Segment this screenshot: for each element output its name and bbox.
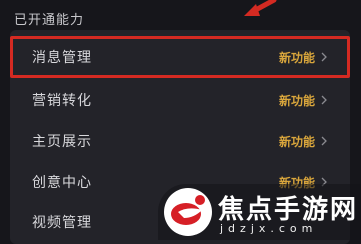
new-feature-badge: 新功能 [278,134,315,149]
feature-label: 消息管理 [32,50,92,66]
new-feature-badge: 新功能 [278,50,315,65]
feature-label: 主页展示 [32,134,92,150]
new-feature-badge: 新功能 [278,93,315,108]
feature-row-message-management[interactable]: 消息管理 新功能 [10,36,350,78]
feature-row-homepage-display[interactable]: 主页展示 新功能 [10,120,350,162]
section-title: 已开通能力 [14,13,85,28]
watermark-subtitle: jdzjx.com [220,222,318,235]
watermark-title: 焦点手游网 [218,195,359,225]
chevron-right-icon [321,95,327,105]
chevron-right-icon [321,136,327,146]
chevron-right-icon [321,52,327,62]
logo-emblem-icon [164,188,212,236]
annotation-arrow [244,0,277,16]
feature-label: 营销转化 [32,93,92,109]
feature-row-marketing-conversion[interactable]: 营销转化 新功能 [10,79,350,121]
watermark-logo: 焦点手游网 jdzjx.com [158,184,361,240]
